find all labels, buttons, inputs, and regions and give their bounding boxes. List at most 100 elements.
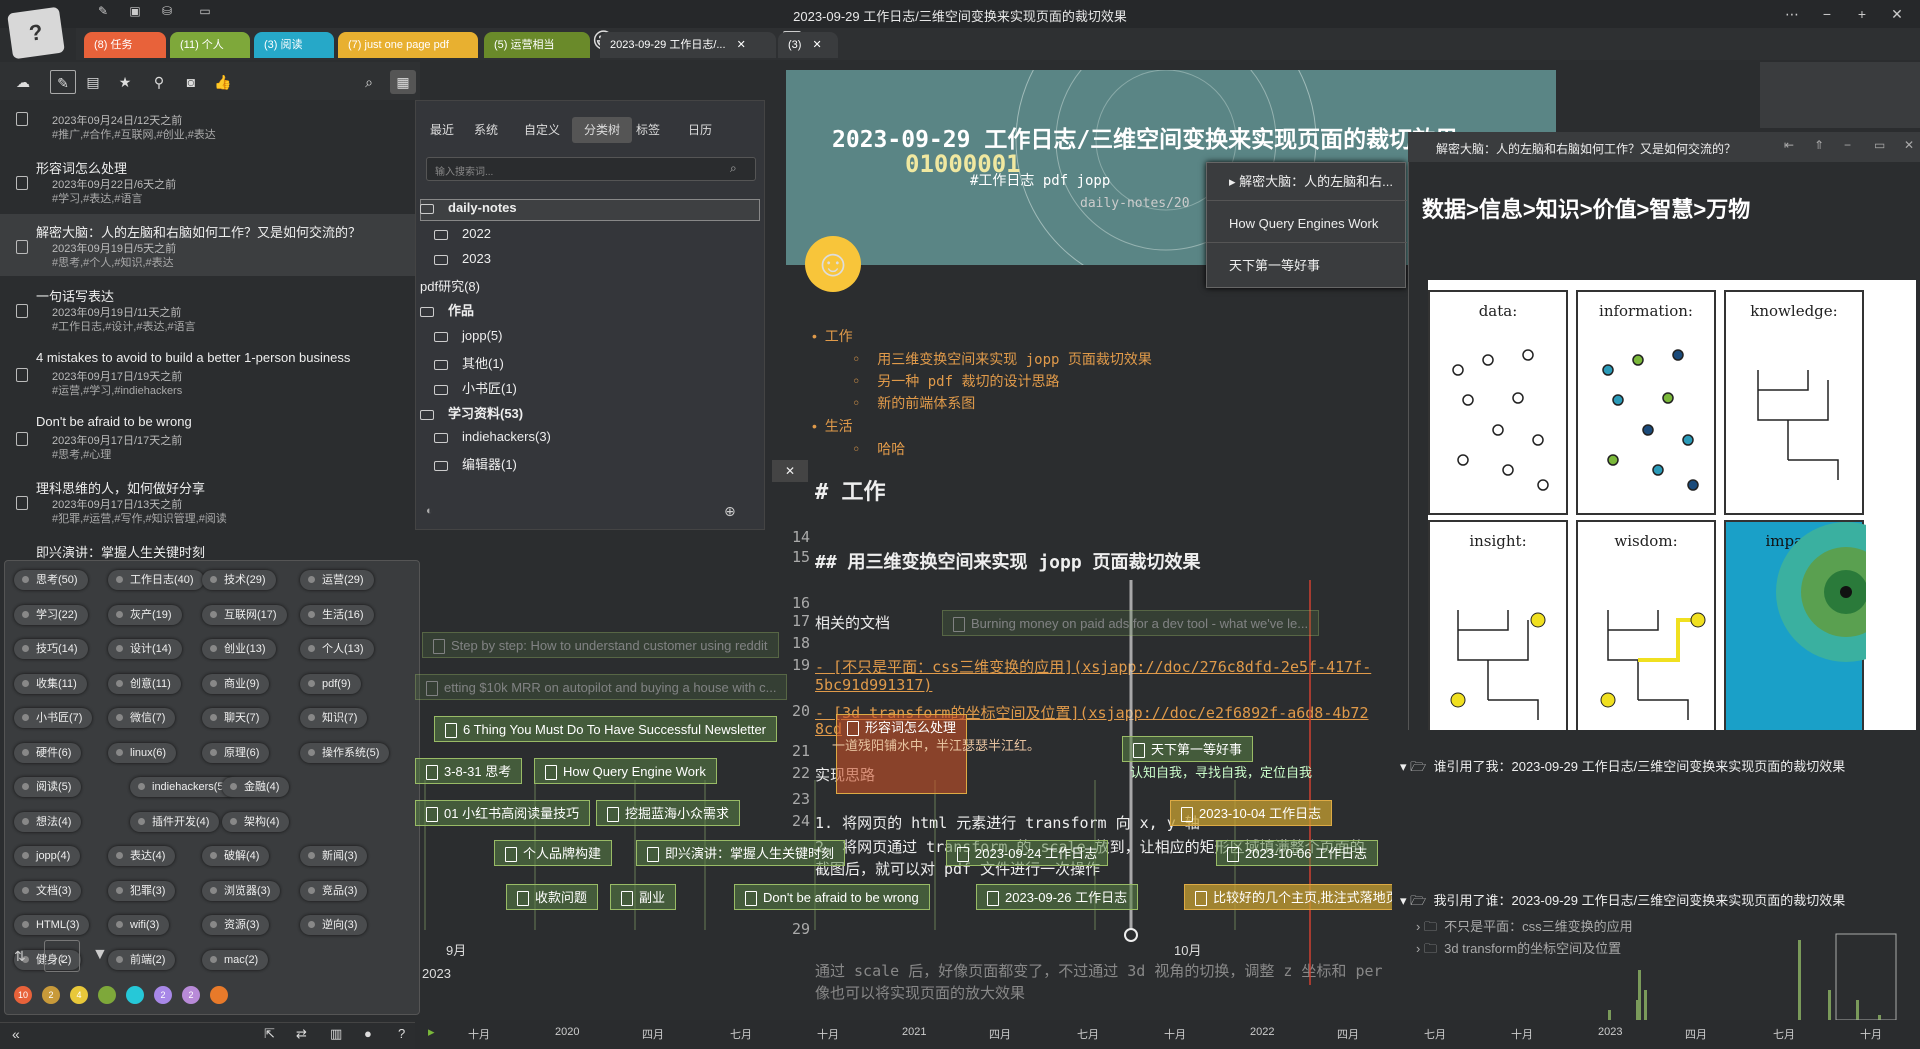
contacts-icon[interactable]: ◙ (178, 70, 204, 94)
tree-node[interactable]: 其他(1) (434, 353, 504, 372)
sort-icon[interactable]: ⇅ (14, 948, 26, 965)
bike-icon[interactable]: ⚲ (146, 70, 172, 94)
graph-node[interactable]: 6 Thing You Must Do To Have Successful N… (434, 716, 778, 742)
tag-chip[interactable]: 想法(4) (14, 811, 82, 832)
tag-chip[interactable]: 思考(50) (14, 570, 88, 590)
tag-chip[interactable]: 灰产(19) (108, 604, 182, 625)
tag-chip[interactable]: linux(6) (108, 742, 177, 763)
tag-chip[interactable]: 金融(4) (222, 777, 290, 797)
doc-list-item[interactable]: 形容词怎么处理 2023年09月22日/6天之前 #学习,#表达,#语言 (0, 150, 420, 212)
nav-tab[interactable]: 系统 (462, 117, 510, 143)
thumbs-up-icon[interactable]: 👍 (210, 70, 236, 94)
more-icon[interactable]: ⋯ (1775, 0, 1809, 28)
graph-node[interactable]: 副业 (610, 884, 677, 910)
filter-icon[interactable]: ▼ (92, 946, 108, 964)
add-icon[interactable]: ⊕ (724, 503, 736, 520)
graph-node[interactable]: 收款问题 (506, 884, 599, 910)
tag-chip[interactable]: 运营(29) (300, 570, 374, 590)
graph-node[interactable]: 3-8-31 思考 (415, 758, 523, 784)
nav-tab[interactable]: 标签 (624, 117, 672, 143)
tag-chip[interactable]: mac(2) (202, 949, 269, 970)
sort-desc-icon[interactable]: ↓ (44, 940, 80, 972)
tree-node[interactable]: jopp(5) (434, 328, 502, 343)
tag-chip[interactable]: 个人(13) (300, 639, 374, 659)
tree-node[interactable]: 作品 (420, 300, 474, 319)
graph-node[interactable]: 形容词怎么处理 (836, 714, 968, 794)
graph-node[interactable]: 挖掘蓝海小众需求 (596, 800, 741, 826)
doc-list-item[interactable]: 一句话写表达 2023年09月19日/11天之前 #工作日志,#设计,#表达,#语言 (0, 278, 420, 340)
tag-chip[interactable]: HTML(3) (14, 915, 90, 935)
source-line[interactable]: # 工作 (815, 474, 886, 506)
maximize-button[interactable]: + (1845, 0, 1879, 28)
tag-chip[interactable]: 技术(29) (202, 570, 276, 590)
tag-chip[interactable]: 硬件(6) (14, 742, 82, 763)
tag-chip[interactable]: 文档(3) (14, 880, 82, 901)
source-line[interactable]: ## 用三维变换空间来实现 jopp 页面裁切效果 (815, 548, 1201, 574)
context-menu-item[interactable]: ▸ 解密大脑：人的左脑和右... (1207, 163, 1407, 201)
graph-node[interactable]: Don't be afraid to be wrong (734, 884, 930, 910)
tab[interactable]: (3) ✕ (778, 32, 838, 58)
graph-node[interactable]: 即兴演讲：掌握人生关键时刻 (636, 840, 846, 866)
close-button[interactable]: ✕ (1880, 0, 1914, 28)
tag-chip[interactable]: 犯罪(3) (108, 880, 176, 901)
export-icon[interactable]: ⇱ (264, 1026, 275, 1042)
tag-chip[interactable]: 阅读(5) (14, 777, 82, 797)
backlink-heading[interactable]: ▾ 🗁 我引用了谁：2023-09-29 工作日志/三维空间变换来实现页面的裁切… (1400, 890, 1845, 914)
tree-search-icon[interactable]: ⌕ (730, 161, 737, 176)
minimize-panel-icon[interactable]: − (1844, 138, 1851, 152)
doc-list-item[interactable]: 解密大脑：人的左脑和右脑如何工作？又是如何交流的？ 2023年09月19日/5天之… (0, 214, 420, 276)
tag-chip[interactable]: 创业(13) (202, 639, 276, 659)
minimap[interactable] (1760, 62, 1920, 128)
tree-node[interactable]: daily-notes (420, 200, 517, 215)
minimize-button[interactable]: − (1810, 0, 1844, 28)
color-filter-dot[interactable]: 10 (14, 986, 32, 1004)
nav-tab[interactable]: 分类树 (572, 117, 633, 143)
play-icon[interactable]: ▸ (428, 1024, 435, 1040)
nav-tab[interactable]: 最近 (418, 117, 466, 143)
color-filter-dot[interactable]: 4 (70, 986, 88, 1004)
tab[interactable]: (5) 运营相当 (484, 32, 590, 58)
tab-close-icon[interactable]: ✕ (809, 39, 822, 51)
tag-chip[interactable]: 技巧(14) (14, 639, 88, 659)
tag-chip[interactable]: 原理(6) (202, 742, 270, 763)
color-filter-dot[interactable]: 2 (42, 986, 60, 1004)
collapse-icon[interactable]: « (12, 1026, 20, 1042)
tree-node[interactable]: pdf研究(8) (420, 276, 480, 295)
graph-node[interactable]: 天下第一等好事 (1122, 736, 1254, 762)
chart-icon[interactable]: ▥ (330, 1026, 342, 1042)
context-menu-item[interactable]: How Query Engines Work (1207, 205, 1407, 243)
tag-chip[interactable]: 逆向(3) (300, 915, 368, 935)
drive-icon[interactable]: ⛁ (156, 4, 178, 22)
color-filter-dot[interactable] (98, 986, 116, 1004)
close-source-icon[interactable]: ✕ (772, 460, 808, 482)
tree-node[interactable]: 2022 (434, 226, 491, 241)
graph-node[interactable]: 2023-10-04 工作日志 (1170, 800, 1333, 826)
tree-search-input[interactable]: 输入搜索词... (426, 157, 756, 181)
tag-chip[interactable]: 操作系统(5) (300, 742, 390, 763)
swap-icon[interactable]: ⇄ (296, 1026, 307, 1042)
tag-chip[interactable]: 设计(14) (108, 639, 182, 659)
graph-node[interactable]: 个人品牌构建 (494, 840, 613, 866)
edit-icon[interactable]: ✎ (92, 4, 114, 22)
graph-node[interactable]: 比较好的几个主页,批注式落地页 (1184, 884, 1410, 910)
context-menu-item[interactable]: 天下第一等好事 (1207, 247, 1407, 285)
app-logo[interactable]: ? (7, 6, 65, 60)
color-filter-dot[interactable]: 2 (154, 986, 172, 1004)
tab[interactable]: (7) just one page pdf (338, 32, 478, 58)
doc-list-item[interactable]: 理科思维的人，如何做好分享 2023年09月17日/13天之前 #犯罪,#运营,#写… (0, 470, 420, 532)
graph-node[interactable]: 2023-09-24 工作日志 (946, 840, 1109, 866)
doc-list-item[interactable]: 4 mistakes to avoid to build a better 1-… (0, 342, 420, 404)
tag-chip[interactable]: 知识(7) (300, 708, 368, 728)
up-icon[interactable]: ⇑ (1814, 138, 1824, 152)
nav-tab[interactable]: 日历 (676, 117, 724, 143)
maximize-panel-icon[interactable]: ▭ (1874, 138, 1885, 152)
tag-chip[interactable]: 表达(4) (108, 846, 176, 866)
nav-tab[interactable]: 自定义 (512, 117, 572, 143)
graph-node[interactable]: 2023-10-06 工作日志 (1216, 840, 1379, 866)
tree-node[interactable]: indiehackers(3) (434, 429, 551, 444)
tag-chip[interactable]: 聊天(7) (202, 708, 270, 728)
tab-close-icon[interactable]: ✕ (734, 39, 746, 51)
color-filter-dot[interactable] (210, 986, 228, 1004)
graph-node[interactable]: etting $10k MRR on autopilot and buying … (415, 674, 788, 700)
tag-chip[interactable]: 工作日志(40) (108, 570, 204, 590)
